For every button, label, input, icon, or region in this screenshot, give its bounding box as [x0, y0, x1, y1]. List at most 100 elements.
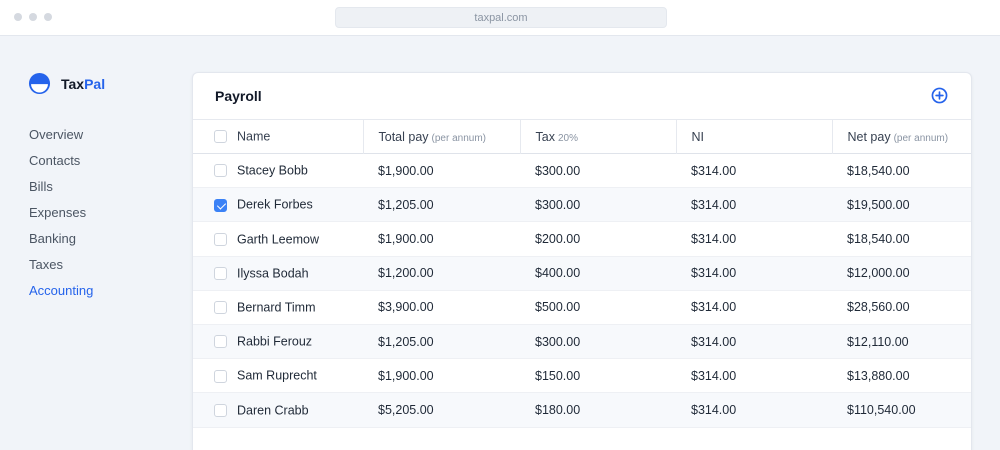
- cell-ni: $314.00: [691, 231, 737, 246]
- table-row[interactable]: Stacey Bobb $1,900.00 $300.00 $314.00 $18,54…: [193, 154, 971, 188]
- column-label-net-pay: Net pay: [847, 129, 891, 144]
- cell-total-pay: $1,205.00: [378, 334, 434, 349]
- cell-net-pay: $19,500.00: [847, 197, 910, 212]
- window-controls: [14, 13, 52, 21]
- column-label-name: Name: [237, 129, 271, 144]
- row-checkbox[interactable]: [214, 301, 227, 315]
- taxpal-logo-icon: [28, 72, 51, 95]
- cell-tax: $150.00: [535, 368, 581, 383]
- sidebar-nav: Overview Contacts Bills Expenses Banking Taxe…: [29, 126, 93, 308]
- column-label-ni: NI: [691, 129, 705, 144]
- row-checkbox[interactable]: [214, 164, 227, 178]
- employee-name: Garth Leemow: [237, 232, 319, 247]
- select-all-checkbox[interactable]: [214, 130, 227, 144]
- cell-tax: $200.00: [535, 231, 581, 246]
- cell-net-pay: $12,000.00: [847, 266, 910, 281]
- brand-name-part1: Tax: [61, 75, 85, 92]
- cell-net-pay: $110,540.00: [847, 402, 916, 417]
- column-header-net-pay[interactable]: Net pay (per annum): [831, 119, 971, 154]
- sidebar-item-accounting[interactable]: Accounting: [29, 282, 93, 308]
- table-row[interactable]: Ilyssa Bodah $1,200.00 $400.00 $314.00 $12,0…: [193, 256, 971, 291]
- sidebar-item-taxes[interactable]: Taxes: [29, 256, 93, 282]
- cell-name: Ilyssa Bodah: [193, 256, 363, 290]
- column-header-tax[interactable]: Tax 20%: [519, 119, 676, 154]
- cell-net-pay: $28,560.00: [847, 300, 910, 315]
- cell-total-pay: $1,900.00: [378, 368, 434, 383]
- cell-total-pay: $3,900.00: [378, 300, 434, 315]
- brand-name-part2: Pal: [84, 75, 106, 92]
- table-row[interactable]: Rabbi Ferouz $1,205.00 $300.00 $314.00 $12,1…: [193, 324, 971, 359]
- brand[interactable]: TaxPal: [28, 72, 105, 95]
- employee-name: Sam Ruprecht: [237, 369, 317, 384]
- cell-tax: $300.00: [535, 197, 581, 212]
- sidebar-item-banking[interactable]: Banking: [29, 230, 93, 256]
- cell-ni: $314.00: [691, 368, 737, 383]
- sidebar-item-contacts[interactable]: Contacts: [29, 152, 93, 178]
- cell-ni: $314.00: [691, 163, 737, 178]
- cell-name: Stacey Bobb: [193, 154, 363, 188]
- column-sublabel-net-pay: (per annum): [893, 132, 949, 144]
- cell-total-pay: $1,900.00: [378, 231, 434, 246]
- browser-chrome: taxpal.com: [0, 0, 1000, 36]
- row-checkbox[interactable]: [214, 369, 227, 383]
- cell-ni: $314.00: [691, 197, 737, 212]
- window-dot[interactable]: [44, 13, 52, 21]
- employee-name: Rabbi Ferouz: [237, 334, 313, 349]
- cell-net-pay: $18,540.00: [847, 163, 910, 178]
- cell-name: Bernard Timm: [193, 290, 363, 324]
- window-dot[interactable]: [14, 13, 22, 21]
- payroll-header: Payroll: [193, 73, 971, 119]
- cell-ni: $314.00: [691, 266, 737, 281]
- table-row[interactable]: Daren Crabb $5,205.00 $180.00 $314.00 $110,5…: [193, 392, 971, 427]
- cell-name: Sam Ruprecht: [193, 359, 363, 393]
- cell-name: Garth Leemow: [193, 222, 363, 256]
- payroll-title: Payroll: [215, 88, 262, 104]
- column-header-ni[interactable]: NI: [675, 119, 832, 154]
- table-row[interactable]: Derek Forbes $1,205.00 $300.00 $314.00 $19,5…: [193, 187, 971, 222]
- payroll-card: Payroll Name Total pay (per annum) Tax 20%…: [192, 72, 972, 450]
- sidebar-item-overview[interactable]: Overview: [29, 126, 93, 152]
- cell-total-pay: $1,205.00: [378, 197, 434, 212]
- column-label-total-pay: Total pay: [378, 129, 429, 144]
- table-row[interactable]: Sam Ruprecht $1,900.00 $150.00 $314.00 $13,8…: [193, 359, 971, 393]
- column-sublabel-tax: 20%: [557, 132, 578, 144]
- table-row[interactable]: Bernard Timm $3,900.00 $500.00 $314.00 $28,5…: [193, 290, 971, 325]
- cell-total-pay: $1,200.00: [378, 266, 434, 281]
- cell-ni: $314.00: [691, 334, 737, 349]
- cell-tax: $400.00: [535, 266, 581, 281]
- row-checkbox[interactable]: [214, 267, 227, 280]
- sidebar-item-bills[interactable]: Bills: [29, 178, 93, 204]
- cell-net-pay: $12,110.00: [847, 334, 909, 349]
- cell-net-pay: $18,540.00: [847, 231, 910, 246]
- brand-name: TaxPal: [61, 76, 105, 92]
- table-row[interactable]: Garth Leemow $1,900.00 $200.00 $314.00 $18,5…: [193, 222, 971, 257]
- cell-total-pay: $5,205.00: [378, 402, 434, 417]
- row-checkbox[interactable]: [214, 403, 227, 417]
- row-checkbox[interactable]: [214, 232, 227, 246]
- window-dot[interactable]: [29, 13, 37, 21]
- cell-total-pay: $1,900.00: [378, 163, 434, 178]
- cell-net-pay: $13,880.00: [847, 368, 910, 383]
- cell-ni: $314.00: [691, 300, 737, 315]
- row-checkbox[interactable]: [214, 198, 227, 212]
- employee-name: Stacey Bobb: [237, 163, 308, 178]
- cell-tax: $180.00: [535, 402, 581, 417]
- cell-tax: $500.00: [535, 300, 581, 315]
- cell-name: Rabbi Ferouz: [193, 324, 363, 358]
- plus-circle-icon[interactable]: [931, 87, 948, 104]
- column-header-total-pay[interactable]: Total pay (per annum): [362, 119, 520, 154]
- row-checkbox[interactable]: [214, 335, 227, 349]
- column-sublabel-total-pay: (per annum): [431, 132, 486, 144]
- cell-tax: $300.00: [535, 163, 581, 178]
- column-header-name[interactable]: Name: [193, 120, 363, 154]
- table-header-row: Name Total pay (per annum) Tax 20% NI Net …: [193, 119, 971, 154]
- employee-name: Daren Crabb: [237, 403, 309, 418]
- address-bar[interactable]: taxpal.com: [335, 7, 667, 28]
- cell-name: Daren Crabb: [193, 393, 363, 427]
- sidebar-item-expenses[interactable]: Expenses: [29, 204, 93, 230]
- column-label-tax: Tax: [535, 129, 555, 144]
- cell-ni: $314.00: [691, 402, 737, 417]
- employee-name: Derek Forbes: [237, 198, 313, 213]
- payroll-table: Name Total pay (per annum) Tax 20% NI Net …: [193, 119, 971, 428]
- employee-name: Ilyssa Bodah: [237, 266, 309, 281]
